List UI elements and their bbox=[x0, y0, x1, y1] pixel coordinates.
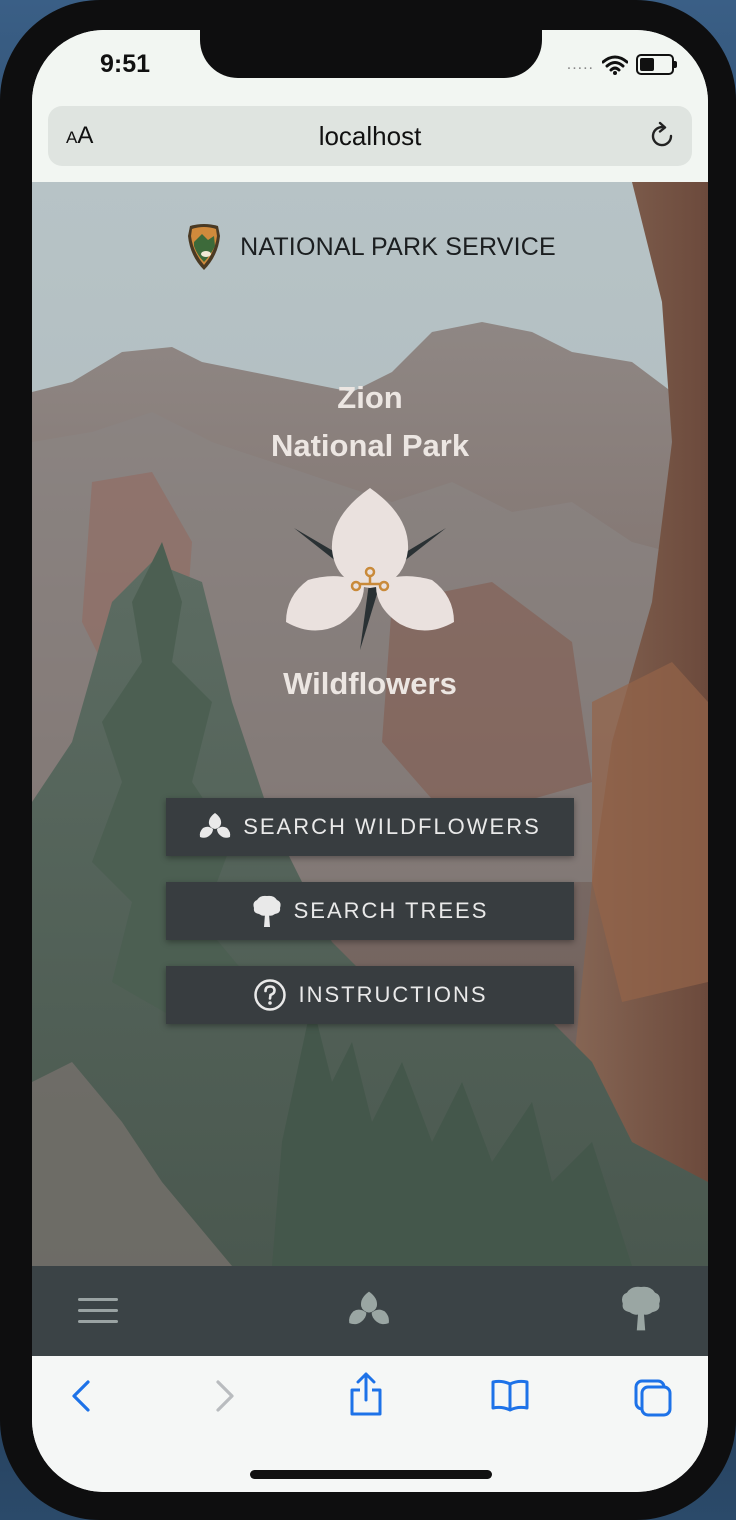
flower-icon bbox=[200, 813, 231, 838]
bookmarks-icon[interactable] bbox=[490, 1378, 530, 1414]
reload-icon[interactable] bbox=[646, 120, 678, 152]
help-circle-icon bbox=[253, 979, 286, 1011]
search-trees-label: SEARCH TREES bbox=[293, 898, 489, 923]
park-title-line2: National Park bbox=[270, 428, 470, 463]
tree-icon bbox=[253, 895, 281, 927]
canyon-background bbox=[32, 182, 708, 1266]
signal-dots: ..... bbox=[566, 55, 594, 73]
forward-chevron-icon[interactable] bbox=[210, 1376, 238, 1416]
nps-arrowhead-logo bbox=[188, 224, 221, 270]
phone-frame: 9:51 ..... AA localhost NATIONAL PARK SE… bbox=[0, 0, 736, 1520]
tabs-icon[interactable] bbox=[632, 1378, 674, 1418]
url-text[interactable]: localhost bbox=[48, 121, 692, 152]
park-title-line1: Zion bbox=[337, 380, 403, 415]
search-wildflowers-label: SEARCH WILDFLOWERS bbox=[243, 814, 541, 839]
tree-icon[interactable] bbox=[620, 1284, 662, 1332]
app-bottom-nav bbox=[32, 1266, 708, 1356]
instructions-label: INSTRUCTIONS bbox=[298, 982, 488, 1007]
flower-icon[interactable] bbox=[348, 1290, 390, 1330]
share-icon[interactable] bbox=[348, 1370, 384, 1418]
address-bar-area: AA localhost bbox=[32, 102, 708, 182]
search-trees-button[interactable]: SEARCH TREES bbox=[166, 882, 574, 940]
park-title: Zion National Park bbox=[32, 374, 708, 470]
search-wildflowers-button[interactable]: SEARCH WILDFLOWERS bbox=[166, 798, 574, 856]
nps-agency-name: NATIONAL PARK SERVICE bbox=[240, 232, 556, 261]
section-title: Wildflowers bbox=[283, 666, 457, 701]
nps-header: NATIONAL PARK SERVICE bbox=[32, 222, 708, 272]
home-indicator[interactable] bbox=[250, 1470, 492, 1479]
hero-section: NATIONAL PARK SERVICE Zion National Park… bbox=[32, 182, 708, 1266]
safari-toolbar bbox=[32, 1356, 708, 1492]
notch bbox=[200, 30, 542, 78]
status-time: 9:51 bbox=[100, 50, 151, 78]
back-chevron-icon[interactable] bbox=[68, 1376, 96, 1416]
sego-lily-icon bbox=[286, 488, 454, 650]
screen: 9:51 ..... AA localhost NATIONAL PARK SE… bbox=[32, 30, 708, 1492]
wifi-icon bbox=[602, 55, 628, 75]
address-bar[interactable]: AA localhost bbox=[48, 106, 692, 166]
battery-icon bbox=[636, 54, 677, 75]
hamburger-icon[interactable] bbox=[78, 1298, 118, 1324]
status-icons: ..... bbox=[566, 54, 677, 75]
instructions-button[interactable]: INSTRUCTIONS bbox=[166, 966, 574, 1024]
